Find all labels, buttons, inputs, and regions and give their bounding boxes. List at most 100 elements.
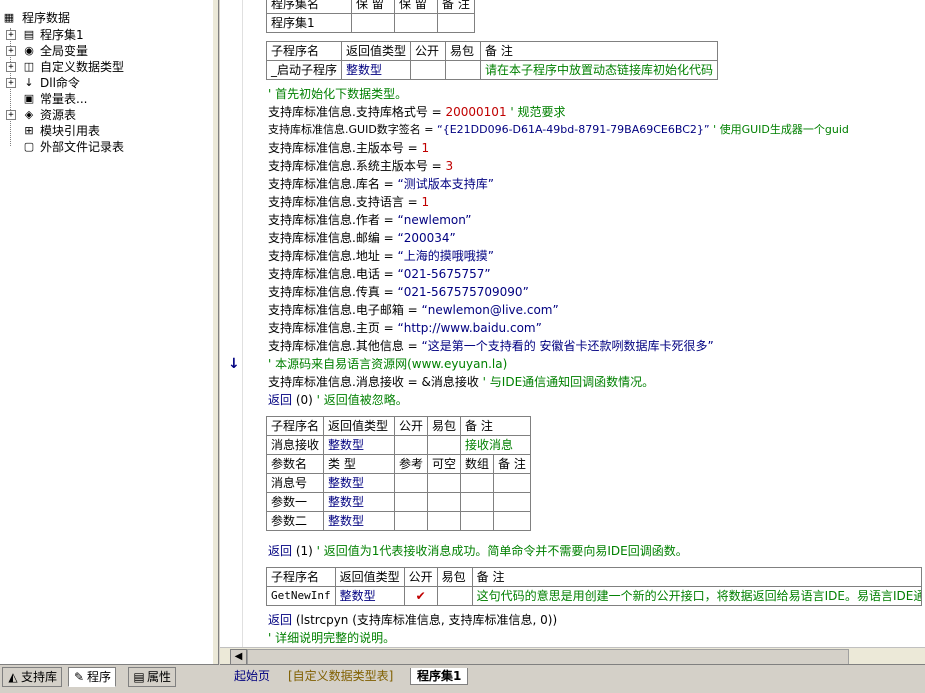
table-header: 备 注 [480, 41, 719, 61]
program-set-table: 程序集名 保 留 保 留 备 注 程序集1 [266, 0, 475, 33]
tab-library[interactable]: ◭ 支持库 [2, 667, 63, 687]
param-type-cell[interactable]: 整数型 [323, 473, 396, 493]
code-editor[interactable]: ↓ 程序集名 保 留 保 留 备 注 程序集1 子程序名 返回值类型 公开 易包… [220, 0, 925, 647]
expand-icon[interactable]: + [6, 62, 16, 72]
code-line[interactable]: 支持库标准信息.作者 = “newlemon” [268, 211, 471, 229]
remark-cell[interactable]: 请在本子程序中放置动态链接库初始化代码 [480, 60, 719, 80]
code-line[interactable]: 返回 (0) ' 返回值被忽略。 [268, 391, 408, 409]
expand-icon[interactable]: + [6, 30, 16, 40]
return-type-cell[interactable]: 整数型 [334, 586, 405, 606]
tree-scrollbar[interactable] [213, 0, 219, 664]
tab-program-set-1[interactable]: 程序集1 [410, 668, 469, 685]
param-nullable-cell[interactable] [427, 511, 462, 531]
dll-icon: ↓ [24, 76, 34, 89]
return-type-cell[interactable]: 整数型 [341, 60, 412, 80]
param-nullable-cell[interactable] [427, 473, 462, 493]
code-line[interactable]: 返回 (lstrcpyn (支持库标准信息, 支持库标准信息, 0)) [268, 611, 557, 629]
code-keyword: 返回 [268, 613, 293, 627]
param-remark-cell[interactable] [493, 492, 531, 512]
code-comment[interactable]: ' 首先初始化下数据类型。 [268, 85, 407, 103]
code-statement: 支持库标准信息.主页 = [268, 321, 398, 335]
public-cell[interactable]: ✔ [403, 586, 438, 606]
return-type-cell[interactable]: 整数型 [323, 435, 396, 455]
code-line[interactable]: 支持库标准信息.地址 = “上海的摸哦哦摸” [268, 247, 494, 265]
code-line[interactable]: 支持库标准信息.主版本号 = 1 [268, 139, 429, 157]
reserved-cell[interactable] [394, 13, 438, 33]
tree-item-label: 程序集1 [40, 28, 84, 42]
subroutine-table-message: 子程序名 返回值类型 公开 易包 备 注 消息接收 整数型 接收消息 参数名 类… [265, 416, 531, 531]
param-array-cell[interactable] [460, 511, 495, 531]
param-type-cell[interactable]: 整数型 [323, 492, 396, 512]
code-comment[interactable]: ' 本源码来自易语言资源网(www.eyuyan.la) [268, 355, 507, 373]
tab-properties[interactable]: ▤ 属性 [128, 667, 177, 687]
expand-icon[interactable]: + [6, 78, 16, 88]
program-set-name-cell[interactable]: 程序集1 [266, 13, 352, 33]
tree-item-custom-types[interactable]: + ◫ 自定义数据类型 [4, 59, 204, 75]
scroll-thumb[interactable] [247, 649, 849, 665]
remark-cell[interactable]: 接收消息 [460, 435, 531, 455]
tree-item-external-files[interactable]: ▢ 外部文件记录表 [4, 139, 204, 155]
code-line[interactable]: 支持库标准信息.其他信息 = “这是第一个支持看的 安徽省卡还款咧数据库卡死很多… [268, 337, 714, 355]
expand-icon[interactable]: + [6, 46, 16, 56]
tree-item-global-vars[interactable]: + ◉ 全局变量 [4, 43, 204, 59]
reserved-cell[interactable] [351, 13, 395, 33]
table-header: 公开 [394, 416, 429, 436]
horizontal-scrollbar[interactable]: ◀ [220, 647, 925, 665]
code-line[interactable]: 支持库标准信息.传真 = “021-567575709090” [268, 283, 529, 301]
epackage-cell[interactable] [427, 435, 462, 455]
param-nullable-cell[interactable] [427, 492, 462, 512]
param-ref-cell[interactable] [394, 492, 429, 512]
code-line[interactable]: 支持库标准信息.电话 = “021-5675757” [268, 265, 491, 283]
tab-custom-type-table[interactable]: [自定义数据类型表] [282, 668, 399, 684]
tree-item-module-ref[interactable]: ⊞ 模块引用表 [4, 123, 204, 139]
remark-cell[interactable] [437, 13, 475, 33]
tree-root[interactable]: ▦ 程序数据 [2, 10, 202, 26]
code-line[interactable]: 支持库标准信息.库名 = “测试版本支持库” [268, 175, 494, 193]
scroll-left-arrow-icon[interactable]: ◀ [230, 649, 247, 665]
subroutine-name-cell[interactable]: GetNewInf [266, 586, 336, 606]
epackage-cell[interactable] [445, 60, 482, 80]
code-statement: 支持库标准信息.电话 = [268, 267, 398, 281]
param-name-cell[interactable]: 参数二 [265, 511, 325, 531]
param-type-cell[interactable]: 整数型 [323, 511, 396, 531]
code-line[interactable]: 支持库标准信息.系统主版本号 = 3 [268, 157, 453, 175]
code-line[interactable]: 支持库标准信息.支持语言 = 1 [268, 193, 429, 211]
subroutine-name-cell[interactable]: 消息接收 [265, 435, 325, 455]
param-ref-cell[interactable] [394, 511, 429, 531]
tree-item-dll[interactable]: + ↓ Dll命令 [4, 75, 204, 91]
expand-icon[interactable]: + [6, 110, 16, 120]
code-line[interactable]: 支持库标准信息.邮编 = “200034” [268, 229, 456, 247]
code-line[interactable]: 返回 (1) ' 返回值为1代表接收消息成功。简单命令并不需要向易IDE回调函数… [268, 542, 688, 560]
param-array-cell[interactable] [460, 492, 495, 512]
remark-cell[interactable]: 这句代码的意思是用创建一个新的公开接口，将数据返回给易语言IDE。易语言IDE通 [471, 586, 922, 606]
epackage-cell[interactable] [436, 586, 473, 606]
public-cell[interactable] [410, 60, 447, 80]
param-remark-cell[interactable] [493, 473, 531, 493]
code-line[interactable]: 支持库标准信息.消息接收 = &消息接收 ' 与IDE通信通知回调函数情况。 [268, 373, 654, 391]
tab-start-page[interactable]: 起始页 [228, 668, 276, 684]
table-header: 备 注 [493, 454, 531, 474]
tree-item-resources[interactable]: + ◈ 资源表 [4, 107, 204, 123]
public-cell[interactable] [394, 435, 429, 455]
code-line[interactable]: 支持库标准信息.GUID数字签名 = “{E21DD096-D61A-49bd-… [268, 121, 849, 139]
param-remark-cell[interactable] [493, 511, 531, 531]
param-array-cell[interactable] [460, 473, 495, 493]
code-line[interactable]: 支持库标准信息.支持库格式号 = 20000101 ' 规范要求 [268, 103, 566, 121]
param-ref-cell[interactable] [394, 473, 429, 493]
tree-item-program-set[interactable]: + ▤ 程序集1 [4, 27, 204, 43]
code-args: (1) [292, 544, 313, 558]
code-statement: 支持库标准信息.电子邮箱 = [268, 303, 422, 317]
code-statement: 支持库标准信息.系统主版本号 = [268, 159, 446, 173]
code-line[interactable]: 支持库标准信息.电子邮箱 = “newlemon@live.com” [268, 301, 559, 319]
code-comment: ' 返回值被忽略。 [312, 393, 408, 407]
table-header: 参数名 [265, 454, 325, 474]
subroutine-name-cell[interactable]: _启动子程序 [265, 60, 343, 80]
code-line[interactable]: 支持库标准信息.主页 = “http://www.baidu.com” [268, 319, 542, 337]
param-name-cell[interactable]: 参数一 [265, 492, 325, 512]
tab-program[interactable]: ✎ 程序 [68, 667, 117, 687]
tree-item-constants[interactable]: ▣ 常量表... [4, 91, 204, 107]
code-comment[interactable]: ' 详细说明完整的说明。 [268, 629, 395, 647]
table-header: 公开 [403, 567, 438, 587]
param-name-cell[interactable]: 消息号 [265, 473, 325, 493]
code-comment: ' 规范要求 [506, 105, 566, 119]
